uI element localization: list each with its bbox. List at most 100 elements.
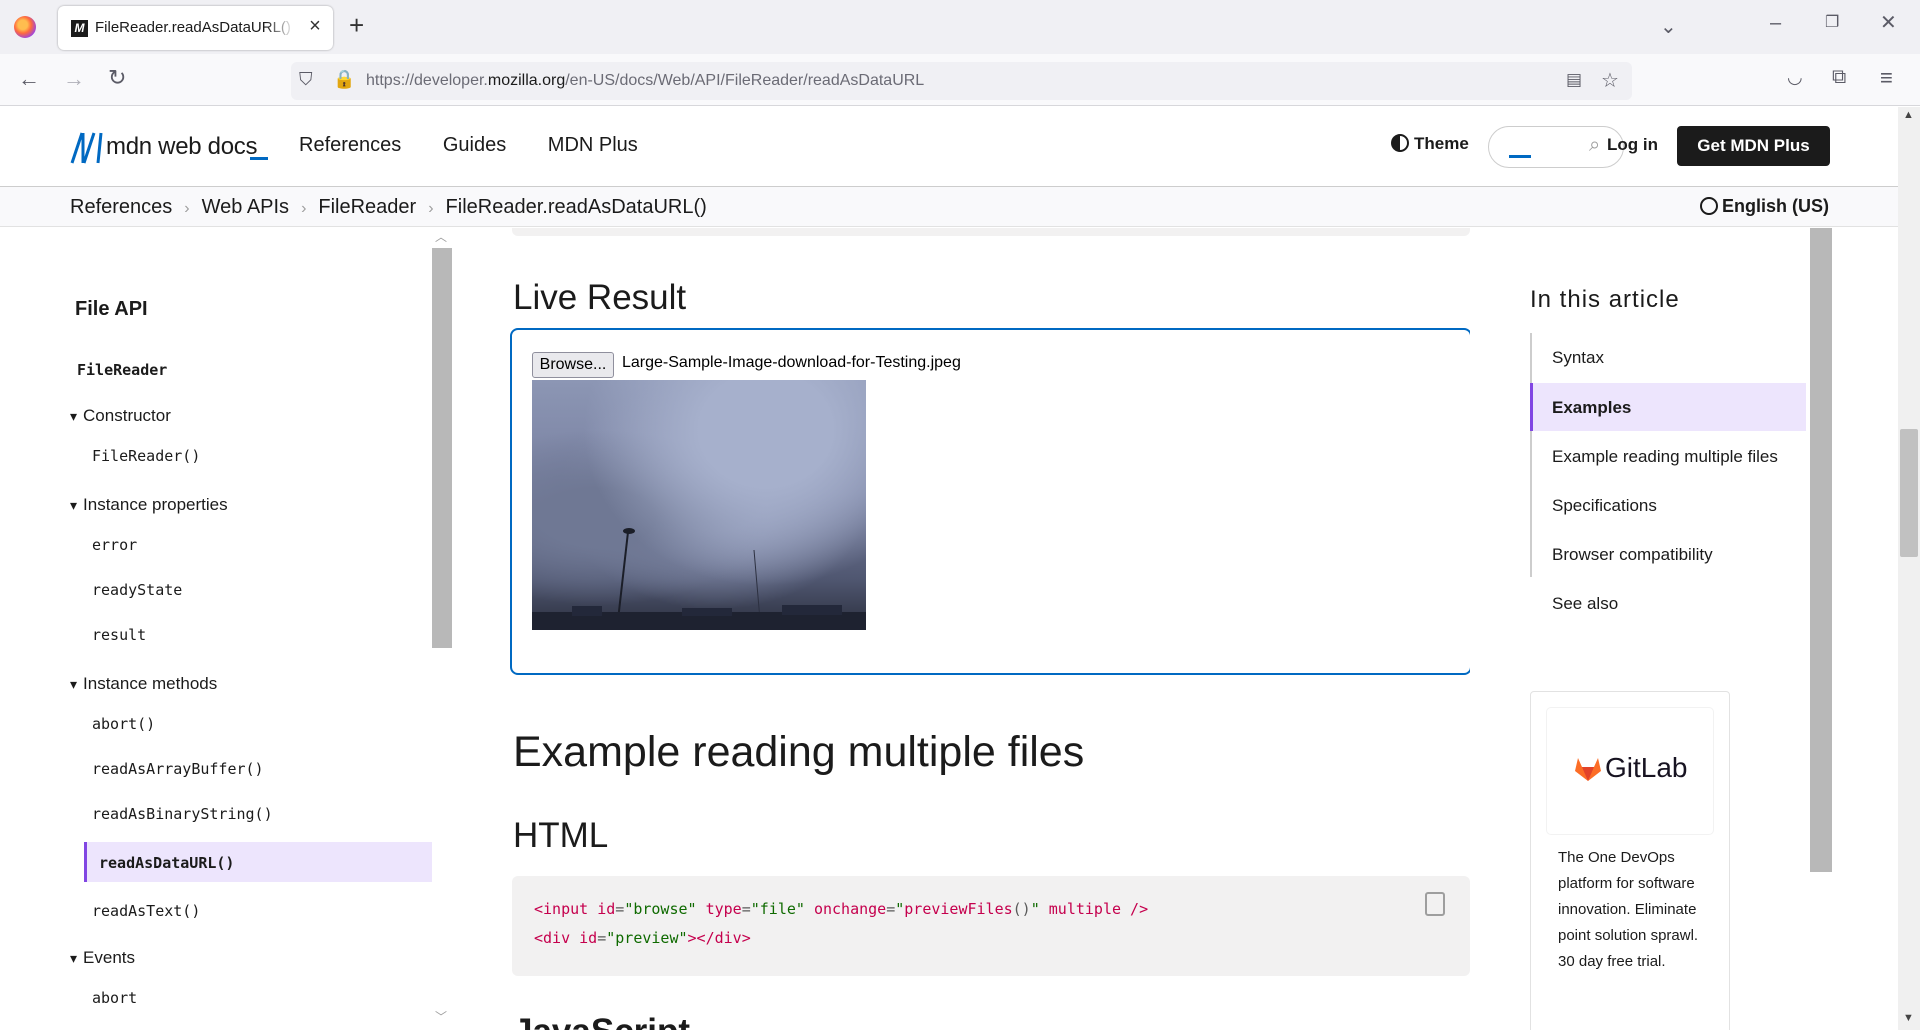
sidebar-item-filereader[interactable]: FileReader <box>77 361 167 379</box>
close-window-button[interactable]: ✕ <box>1880 10 1897 35</box>
previous-code-block <box>512 228 1470 236</box>
language-switcher[interactable]: English (US) <box>1700 196 1829 217</box>
sidebar-item-abort-method[interactable]: abort() <box>92 715 155 733</box>
table-of-contents: In this article Syntax Examples Example … <box>1470 228 1898 1030</box>
toc-item-browser-compat[interactable]: Browser compatibility <box>1552 545 1713 565</box>
sidebar-item-readasbinarystring[interactable]: readAsBinaryString() <box>92 805 273 823</box>
sidebar-item-error[interactable]: error <box>92 536 137 554</box>
sidebar-item-filereader-ctor[interactable]: FileReader() <box>92 447 200 465</box>
ad-card[interactable]: GitLab The One DevOps platform for softw… <box>1530 691 1730 1030</box>
breadcrumb-filereader[interactable]: FileReader <box>318 196 416 218</box>
page-scrollbar[interactable]: ▲ ▼ <box>1898 107 1920 1030</box>
sidebar-group-instance-properties[interactable]: Instance properties <box>70 495 228 515</box>
tab-title: FileReader.readAsDataURL() - Web APIs | … <box>95 19 295 36</box>
logo-underscore <box>250 157 268 160</box>
search-input[interactable]: ⌕ <box>1488 126 1624 168</box>
lock-icon[interactable]: 🔒 <box>333 69 355 90</box>
browser-tab-bar: M FileReader.readAsDataURL() - Web APIs … <box>0 0 1920 54</box>
nav-references[interactable]: References <box>299 134 401 156</box>
forward-arrow-icon[interactable]: → <box>63 66 85 92</box>
sidebar-item-result[interactable]: result <box>92 626 146 644</box>
pocket-icon[interactable]: ◡ <box>1787 67 1803 88</box>
reader-view-icon[interactable]: ▤ <box>1566 70 1582 90</box>
url-text[interactable]: https://developer.mozilla.org/en-US/docs… <box>366 72 924 90</box>
reload-icon[interactable]: ↻ <box>108 65 126 91</box>
shield-icon[interactable]: ⛉ <box>299 69 313 90</box>
html-heading: HTML <box>513 816 609 855</box>
breadcrumb-current[interactable]: FileReader.readAsDataURL() <box>446 196 707 218</box>
html-code-block: <input id="browse" type="file" onchange=… <box>512 876 1470 976</box>
copy-icon[interactable] <box>1425 892 1445 916</box>
gitlab-wordmark: GitLab <box>1605 752 1688 783</box>
minimize-window-button[interactable]: – <box>1770 12 1781 35</box>
close-tab-icon[interactable]: × <box>304 15 326 39</box>
toc-item-specifications[interactable]: Specifications <box>1552 496 1657 516</box>
menu-icon[interactable]: ≡ <box>1880 65 1893 91</box>
mdn-favicon-icon: M <box>71 20 88 37</box>
toc-scrollbar[interactable] <box>1810 228 1832 872</box>
live-result-frame: Browse... Large-Sample-Image-download-fo… <box>510 328 1470 675</box>
theme-label: Theme <box>1414 134 1469 153</box>
breadcrumb-bar: References › Web APIs › FileReader › FileReade… <box>0 187 1898 227</box>
preview-image <box>532 380 866 630</box>
search-cursor <box>1509 155 1531 158</box>
bookmark-star-icon[interactable]: ☆ <box>1601 68 1619 93</box>
list-tabs-chevron-icon[interactable]: ⌄ <box>1660 14 1677 39</box>
new-tab-button[interactable]: + <box>349 10 364 41</box>
firefox-icon[interactable] <box>14 16 36 38</box>
sidebar-group-instance-methods[interactable]: Instance methods <box>70 674 217 694</box>
breadcrumb-web-apis[interactable]: Web APIs <box>202 196 289 218</box>
toc-title: In this article <box>1530 286 1680 313</box>
nav-guides[interactable]: Guides <box>443 134 506 156</box>
page-scroll-thumb[interactable] <box>1900 429 1918 557</box>
url-bar[interactable]: ⛉ 🔒 https://developer.mozilla.org/en-US/… <box>291 62 1632 100</box>
search-icon[interactable]: ⌕ <box>1589 134 1600 157</box>
multiple-files-heading: Example reading multiple files <box>513 728 1085 776</box>
sidebar-group-events[interactable]: Events <box>70 948 135 968</box>
toc-item-example-multiple[interactable]: Example reading multiple files <box>1552 447 1778 467</box>
sidebar-item-abort-event[interactable]: abort <box>92 989 137 1007</box>
sidebar-title: File API <box>75 298 148 320</box>
code-line-1: <input id="browse" type="file" onchange=… <box>534 900 1149 918</box>
sidebar-item-readystate[interactable]: readyState <box>92 581 182 599</box>
back-arrow-icon[interactable]: ← <box>18 66 40 92</box>
logo-text[interactable]: mdn web docs <box>106 133 257 161</box>
selected-file-name: Large-Sample-Image-download-for-Testing.… <box>622 354 961 371</box>
javascript-heading: JavaScript <box>513 1012 690 1030</box>
sidebar-item-readastext[interactable]: readAsText() <box>92 902 200 920</box>
browser-tab[interactable]: M FileReader.readAsDataURL() - Web APIs … <box>58 6 333 50</box>
sidebar: ︿ File API FileReader Constructor FileRe… <box>0 228 460 1030</box>
browse-button[interactable]: Browse... <box>532 352 614 378</box>
toc-item-examples[interactable]: Examples <box>1552 398 1631 418</box>
gitlab-fox-icon <box>1575 758 1601 781</box>
code-line-2: <div id="preview"></div> <box>534 929 751 947</box>
scroll-up-icon[interactable]: ︿ <box>435 228 447 245</box>
restore-window-button[interactable]: ❐ <box>1825 12 1839 32</box>
page-scroll-down-icon[interactable]: ▼ <box>1903 1012 1914 1024</box>
theme-toggle[interactable]: Theme <box>1391 134 1469 154</box>
page-scroll-up-icon[interactable]: ▲ <box>1903 109 1914 121</box>
main-nav: References Guides MDN Plus <box>299 134 674 157</box>
sidebar-group-constructor[interactable]: Constructor <box>70 406 171 426</box>
nav-mdn-plus[interactable]: MDN Plus <box>548 134 638 156</box>
sky-photo <box>532 528 866 630</box>
breadcrumb: References › Web APIs › FileReader › FileReade… <box>70 196 707 219</box>
toc-item-syntax[interactable]: Syntax <box>1552 348 1604 368</box>
get-mdn-plus-button[interactable]: Get MDN Plus <box>1677 126 1830 166</box>
globe-icon <box>1700 197 1718 215</box>
extensions-icon[interactable]: ⧉ <box>1832 66 1846 89</box>
main-content: Live Result Browse... Large-Sample-Image… <box>460 228 1470 1030</box>
sidebar-item-readasarraybuffer[interactable]: readAsArrayBuffer() <box>92 760 264 778</box>
login-link[interactable]: Log in <box>1607 135 1658 155</box>
sidebar-scrollbar[interactable] <box>432 248 452 648</box>
toc-item-see-also[interactable]: See also <box>1552 594 1618 614</box>
sidebar-item-readasdataurl[interactable]: readAsDataURL() <box>99 854 234 872</box>
chevron-right-icon: › <box>428 200 434 217</box>
chevron-right-icon: › <box>301 200 307 217</box>
ad-logo: GitLab <box>1547 708 1713 834</box>
language-label: English (US) <box>1722 196 1829 216</box>
ad-text: The One DevOps platform for software inn… <box>1558 849 1699 970</box>
mdn-logo-icon[interactable] <box>70 131 104 165</box>
scroll-down-icon[interactable]: ﹀ <box>435 1008 447 1025</box>
breadcrumb-references[interactable]: References <box>70 196 172 218</box>
